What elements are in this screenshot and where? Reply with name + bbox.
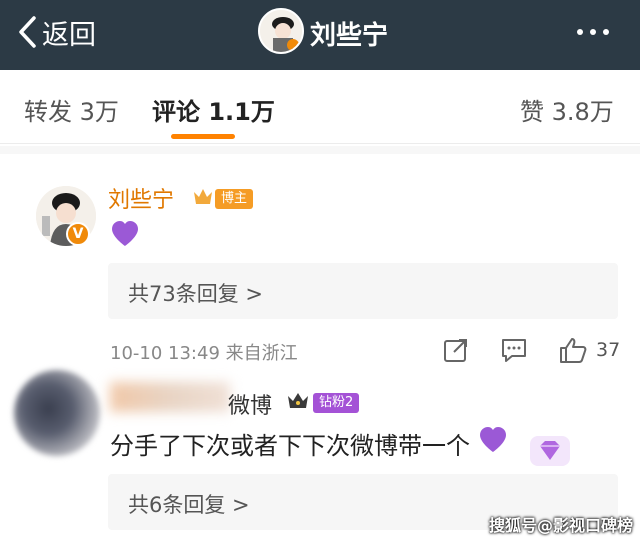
tab-reposts[interactable]: 转发 3万 bbox=[24, 92, 119, 127]
comment-icon[interactable] bbox=[500, 336, 528, 364]
comment-meta: 10-10 13:49 来自浙江 bbox=[110, 343, 298, 364]
page-title: 刘些宁 bbox=[310, 21, 389, 51]
crown-icon bbox=[288, 393, 308, 408]
replies-link[interactable]: 共73条回复 > bbox=[108, 263, 618, 319]
tab-comments[interactable]: 评论 1.1万 bbox=[152, 92, 275, 127]
back-label: 返回 bbox=[42, 19, 96, 51]
share-icon[interactable] bbox=[442, 336, 470, 364]
back-button[interactable]: 返回 bbox=[18, 14, 96, 51]
purple-heart-icon bbox=[112, 221, 138, 246]
top-bar: 返回 刘些宁 bbox=[0, 0, 640, 70]
comment-avatar-blurred[interactable] bbox=[14, 370, 100, 456]
watermark: 搜狐号@影视口碑榜 bbox=[489, 516, 634, 535]
purple-heart-icon bbox=[480, 427, 506, 452]
avatar[interactable] bbox=[258, 8, 304, 54]
author-name-blurred bbox=[110, 382, 230, 412]
like-count: 37 bbox=[596, 339, 621, 361]
fan-badge: 钻粉2 bbox=[313, 393, 360, 413]
comment-text: 分手了下次或者下下次微博带一个 bbox=[110, 432, 470, 460]
crown-icon bbox=[194, 189, 212, 204]
divider bbox=[0, 146, 640, 154]
more-dots-icon[interactable] bbox=[577, 29, 609, 35]
avatar-illustration bbox=[260, 10, 302, 52]
like-icon[interactable] bbox=[558, 336, 588, 364]
tab-likes[interactable]: 赞 3.8万 bbox=[520, 92, 614, 127]
replies-label: 共6条回复 > bbox=[128, 493, 250, 517]
chevron-left-icon bbox=[19, 16, 36, 48]
comment-author[interactable]: 微博 bbox=[228, 388, 272, 420]
verified-icon: V bbox=[66, 222, 90, 246]
author-badge: 博主 bbox=[215, 189, 254, 209]
tab-bar: 转发 3万 评论 1.1万 赞 3.8万 bbox=[0, 70, 640, 144]
active-tab-indicator bbox=[171, 134, 235, 139]
comment-author[interactable]: 刘些宁 bbox=[108, 182, 174, 214]
replies-label: 共73条回复 > bbox=[128, 282, 263, 306]
diamond-icon bbox=[530, 436, 570, 466]
